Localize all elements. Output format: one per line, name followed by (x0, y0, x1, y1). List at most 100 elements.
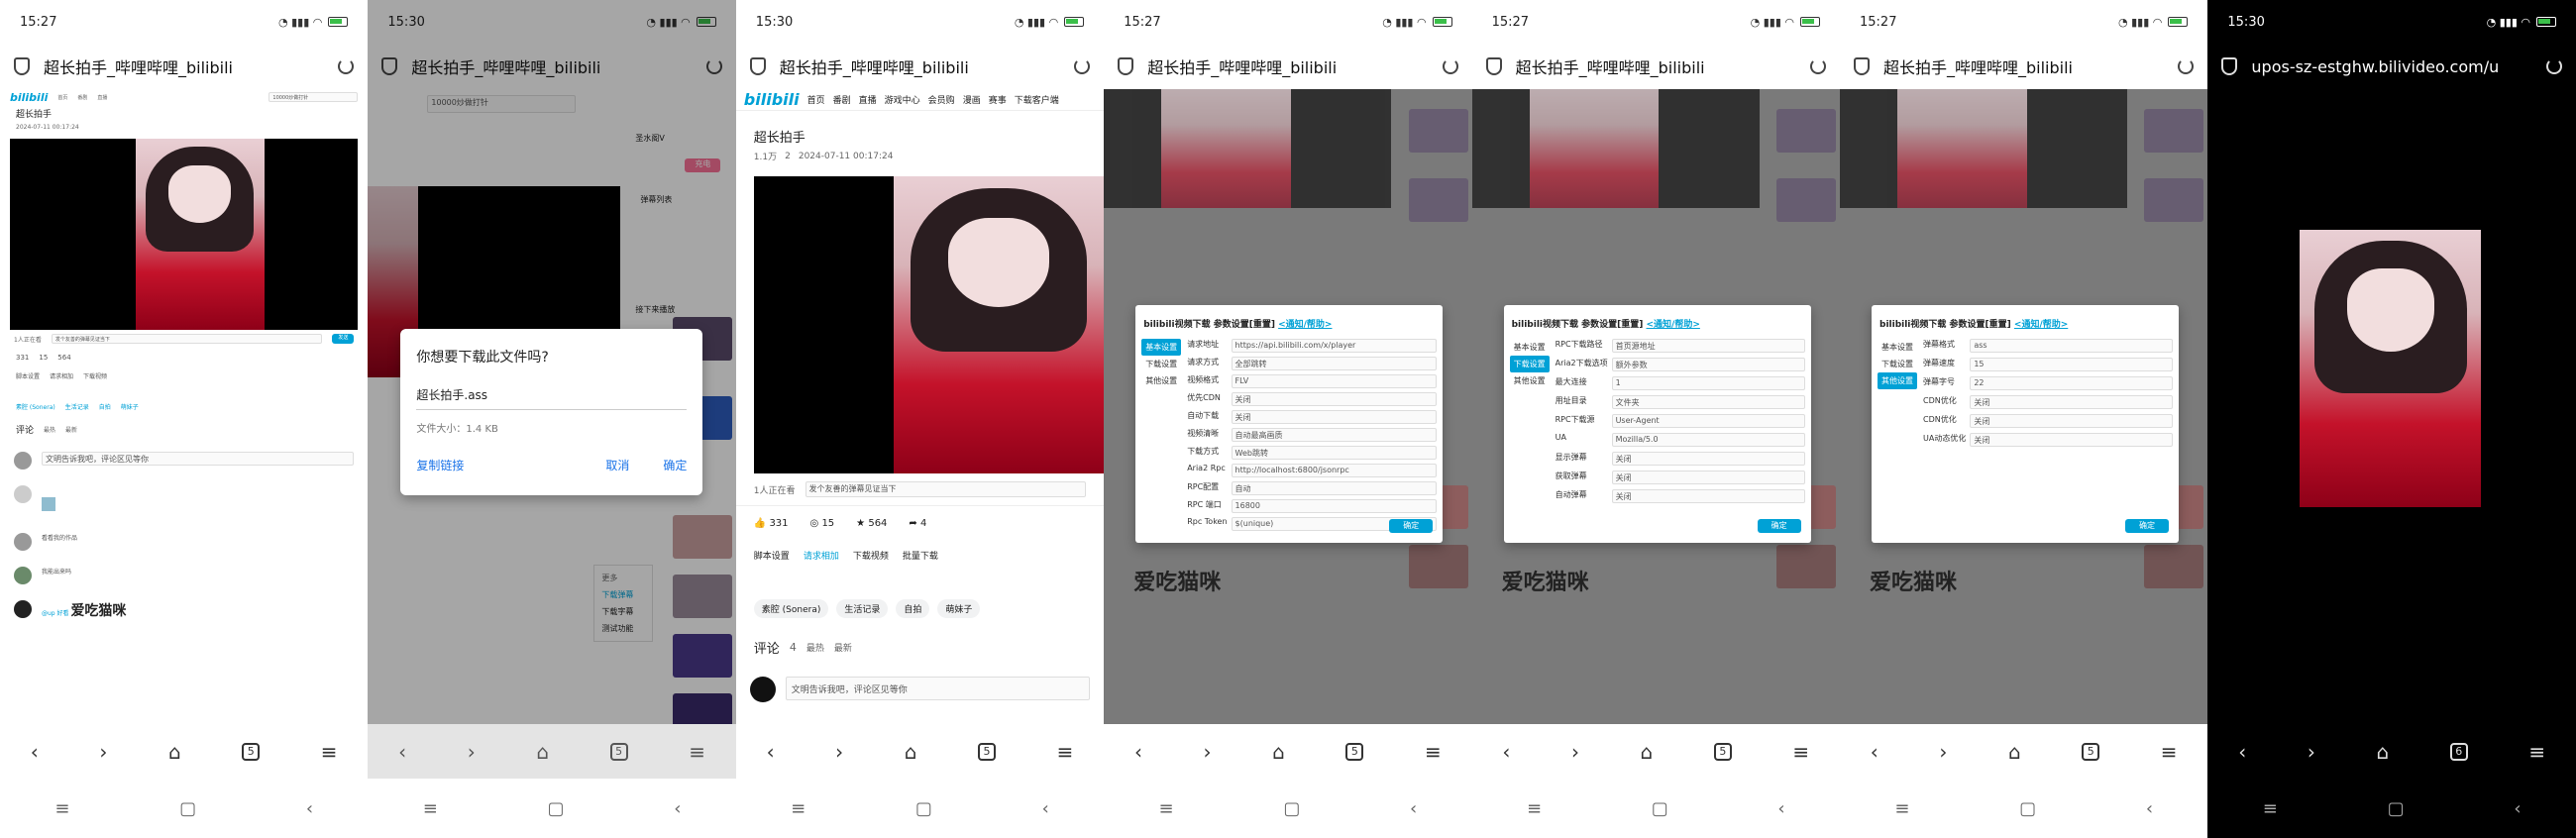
sort-hot[interactable]: 最热 (806, 641, 824, 654)
reload-icon[interactable] (2178, 58, 2195, 74)
tag-2[interactable]: 自拍 (99, 402, 111, 411)
forward-icon[interactable]: › (1939, 740, 1947, 764)
system-home-icon[interactable]: ▢ (1652, 798, 1668, 819)
setting-field[interactable]: 关闭 (1611, 471, 1805, 484)
back-icon[interactable]: ‹ (1502, 740, 1510, 764)
page-url[interactable]: 超长拍手_哔哩哔哩_bilibili (780, 54, 1060, 78)
tabs-icon[interactable]: 5 (1345, 742, 1364, 761)
help-link[interactable]: <通知/帮助> (1647, 320, 1700, 330)
tab-other[interactable]: 其他设置 (1510, 372, 1550, 389)
forward-icon[interactable]: › (1204, 740, 1212, 764)
share-button[interactable]: ➦ 4 (909, 518, 926, 529)
danmaku-input[interactable]: 发个友善的弹幕见证当下 (805, 481, 1087, 497)
recents-icon[interactable]: ≡ (423, 798, 438, 819)
download-tool-button[interactable]: 下载视频 (853, 549, 889, 562)
ok-button[interactable]: 确定 (2125, 519, 2169, 533)
browser-url-bar[interactable]: 超长拍手_哔哩哔哩_bilibili (1104, 44, 1471, 89)
help-link[interactable]: <通知/帮助> (2014, 320, 2068, 330)
browser-url-bar[interactable]: upos-sz-estghw.bilivideo.com/u (2207, 44, 2576, 89)
recents-icon[interactable]: ≡ (1159, 798, 1174, 819)
browser-url-bar[interactable]: 超长拍手_哔哩哔哩_bilibili (1472, 44, 1840, 89)
download-tool-button[interactable]: 下载视频 (83, 371, 107, 380)
menu-icon[interactable]: ≡ (2161, 740, 2178, 764)
setting-field[interactable]: 关闭 (1611, 489, 1805, 503)
system-home-icon[interactable]: ▢ (2019, 798, 2036, 819)
system-home-icon[interactable]: ▢ (915, 798, 932, 819)
setting-field[interactable]: 15 (1970, 358, 2173, 371)
tabs-icon[interactable]: 5 (1713, 742, 1732, 761)
tag-3[interactable]: 萌妹子 (937, 599, 981, 618)
settings-tool-button[interactable]: 脚本设置 (16, 371, 40, 380)
system-home-icon[interactable]: ▢ (1283, 798, 1300, 819)
tag-0[interactable]: 素腔 (Sonera) (16, 402, 55, 411)
menu-icon[interactable]: ≡ (2528, 740, 2545, 764)
back-icon[interactable]: ‹ (398, 740, 406, 764)
bilibili-logo[interactable]: bilibili (10, 91, 48, 104)
reload-icon[interactable] (1809, 58, 1826, 74)
setting-field[interactable]: 关闭 (1970, 414, 2173, 428)
send-danmaku-button[interactable]: 发送 (332, 334, 355, 344)
back-icon[interactable]: ‹ (2238, 740, 2246, 764)
tab-basic[interactable]: 基本设置 (1878, 339, 1917, 356)
menu-icon[interactable]: ≡ (1792, 740, 1809, 764)
tabs-icon[interactable]: 5 (242, 742, 261, 761)
recents-icon[interactable]: ≡ (54, 798, 69, 819)
nav-live[interactable]: 直播 (859, 93, 877, 106)
batch-tool-button[interactable]: 批量下载 (903, 549, 938, 562)
recents-icon[interactable]: ≡ (2263, 798, 2278, 819)
setting-field[interactable]: 关闭 (1231, 410, 1438, 424)
system-back-icon[interactable]: ‹ (1777, 798, 1784, 819)
browser-url-bar[interactable]: 超长拍手_哔哩哔哩_bilibili (736, 44, 1104, 89)
menu-icon[interactable]: ≡ (689, 740, 705, 764)
nav-live[interactable]: 直播 (97, 94, 107, 101)
tabs-icon[interactable]: 5 (2082, 742, 2100, 761)
star-button[interactable]: ★ 564 (856, 518, 887, 529)
menu-icon[interactable]: ≡ (1425, 740, 1442, 764)
tab-download[interactable]: 下载设置 (1141, 356, 1181, 372)
help-link[interactable]: <通知/帮助> (1278, 320, 1332, 330)
system-home-icon[interactable]: ▢ (179, 798, 196, 819)
forward-icon[interactable]: › (468, 740, 476, 764)
setting-field[interactable]: 全部跳转 (1231, 357, 1438, 370)
setting-field[interactable]: 22 (1970, 376, 2173, 390)
sort-hot[interactable]: 最热 (44, 425, 55, 434)
setting-field[interactable]: 关闭 (1231, 392, 1438, 406)
tag-3[interactable]: 萌妹子 (121, 402, 139, 411)
home-icon[interactable]: ⌂ (1641, 740, 1654, 764)
back-icon[interactable]: ‹ (1871, 740, 1878, 764)
setting-field[interactable]: https://api.bilibili.com/x/player (1231, 339, 1438, 353)
tabs-icon[interactable]: 6 (2449, 742, 2468, 761)
nav-shop[interactable]: 会员购 (928, 93, 955, 106)
setting-field[interactable]: 自动最高画质 (1231, 428, 1438, 442)
tag-0[interactable]: 素腔 (Sonera) (753, 599, 829, 618)
recents-icon[interactable]: ≡ (791, 798, 805, 819)
home-icon[interactable]: ⌂ (536, 740, 549, 764)
sort-new[interactable]: 最新 (65, 425, 77, 434)
system-back-icon[interactable]: ‹ (2514, 798, 2521, 819)
home-icon[interactable]: ⌂ (168, 740, 181, 764)
recents-icon[interactable]: ≡ (1894, 798, 1909, 819)
tab-download[interactable]: 下载设置 (1509, 356, 1550, 372)
system-home-icon[interactable]: ▢ (2388, 798, 2405, 819)
home-icon[interactable]: ⌂ (1272, 740, 1285, 764)
page-url[interactable]: 超长拍手_哔哩哔哩_bilibili (44, 54, 324, 78)
star-count[interactable]: 564 (57, 354, 70, 362)
system-back-icon[interactable]: ‹ (1042, 798, 1049, 819)
reload-icon[interactable] (1442, 58, 1458, 74)
setting-field[interactable]: FLV (1231, 374, 1438, 388)
cancel-button[interactable]: 取消 (605, 457, 629, 473)
request-tool-button[interactable]: 请求相加 (50, 371, 73, 380)
nav-game[interactable]: 游戏中心 (885, 93, 920, 106)
setting-field[interactable]: http://localhost:6800/jsonrpc (1231, 464, 1438, 477)
page-url[interactable]: upos-sz-estghw.bilivideo.com/u (2251, 57, 2532, 76)
setting-field[interactable]: ass (1970, 339, 2173, 353)
coin-button[interactable]: ◎ 15 (810, 518, 835, 529)
page-url[interactable]: 超长拍手_哔哩哔哩_bilibili (1516, 54, 1796, 78)
browser-url-bar[interactable]: 超长拍手_哔哩哔哩_bilibili (0, 44, 368, 89)
coin-count[interactable]: 15 (39, 354, 48, 362)
home-icon[interactable]: ⌂ (2376, 740, 2389, 764)
system-back-icon[interactable]: ‹ (1410, 798, 1417, 819)
tabs-icon[interactable]: 5 (978, 742, 997, 761)
forward-icon[interactable]: › (1571, 740, 1579, 764)
back-icon[interactable]: ‹ (767, 740, 775, 764)
